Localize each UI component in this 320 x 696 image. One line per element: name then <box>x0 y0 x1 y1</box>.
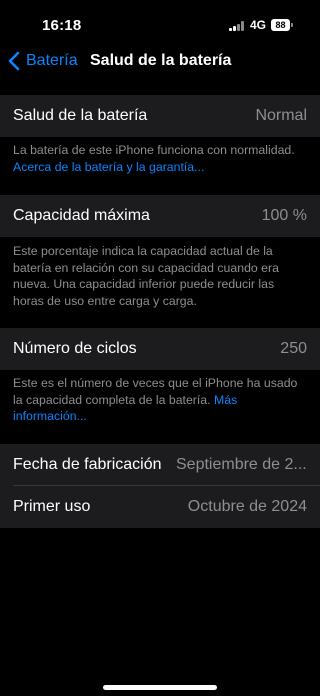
first-use-value: Octubre de 2024 <box>187 498 307 515</box>
page-title: Salud de la batería <box>90 52 232 69</box>
first-use-label: Primer uso <box>13 498 91 515</box>
battery-health-label: Salud de la batería <box>13 107 148 124</box>
manufacture-date-row: Fecha de fabricación Septiembre de 2... <box>0 444 320 486</box>
back-button[interactable]: Batería <box>6 50 78 72</box>
cycle-count-description: Este es el número de veces que el iPhone… <box>13 376 298 407</box>
cycle-count-value: 250 <box>280 340 307 357</box>
status-time: 16:18 <box>42 17 82 34</box>
back-label: Batería <box>26 52 78 69</box>
maximum-capacity-label: Capacidad máxima <box>13 207 150 224</box>
cycle-count-label: Número de ciclos <box>13 340 137 357</box>
cellular-signal-icon <box>229 21 246 31</box>
maximum-capacity-footer: Este porcentaje indica la capacidad actu… <box>13 244 279 308</box>
cycle-count-footer: Este es el número de veces que el iPhone… <box>13 375 308 425</box>
manufacture-date-value: Septiembre de 2... <box>176 456 307 473</box>
manufacture-date-label: Fecha de fabricación <box>13 456 162 473</box>
home-indicator[interactable] <box>103 685 217 690</box>
maximum-capacity-row: Capacidad máxima 100 % <box>0 195 320 237</box>
cycle-count-row: Número de ciclos 250 <box>0 328 320 370</box>
battery-health-value: Normal <box>255 107 307 124</box>
battery-warranty-link[interactable]: Acerca de la batería y la garantía... <box>13 160 204 174</box>
chevron-left-icon <box>8 51 20 71</box>
battery-cap <box>291 23 293 27</box>
battery-icon: 88 <box>271 19 290 31</box>
network-type: 4G <box>250 18 267 32</box>
navigation-bar: Batería Salud de la batería <box>0 44 320 80</box>
status-bar: 16:18 4G 88 <box>0 0 320 44</box>
battery-health-row: Salud de la batería Normal <box>0 95 320 137</box>
battery-health-description: La batería de este iPhone funciona con n… <box>13 143 295 157</box>
first-use-row: Primer uso Octubre de 2024 <box>0 486 320 528</box>
battery-health-footer: La batería de este iPhone funciona con n… <box>13 142 308 175</box>
maximum-capacity-value: 100 % <box>261 207 307 224</box>
